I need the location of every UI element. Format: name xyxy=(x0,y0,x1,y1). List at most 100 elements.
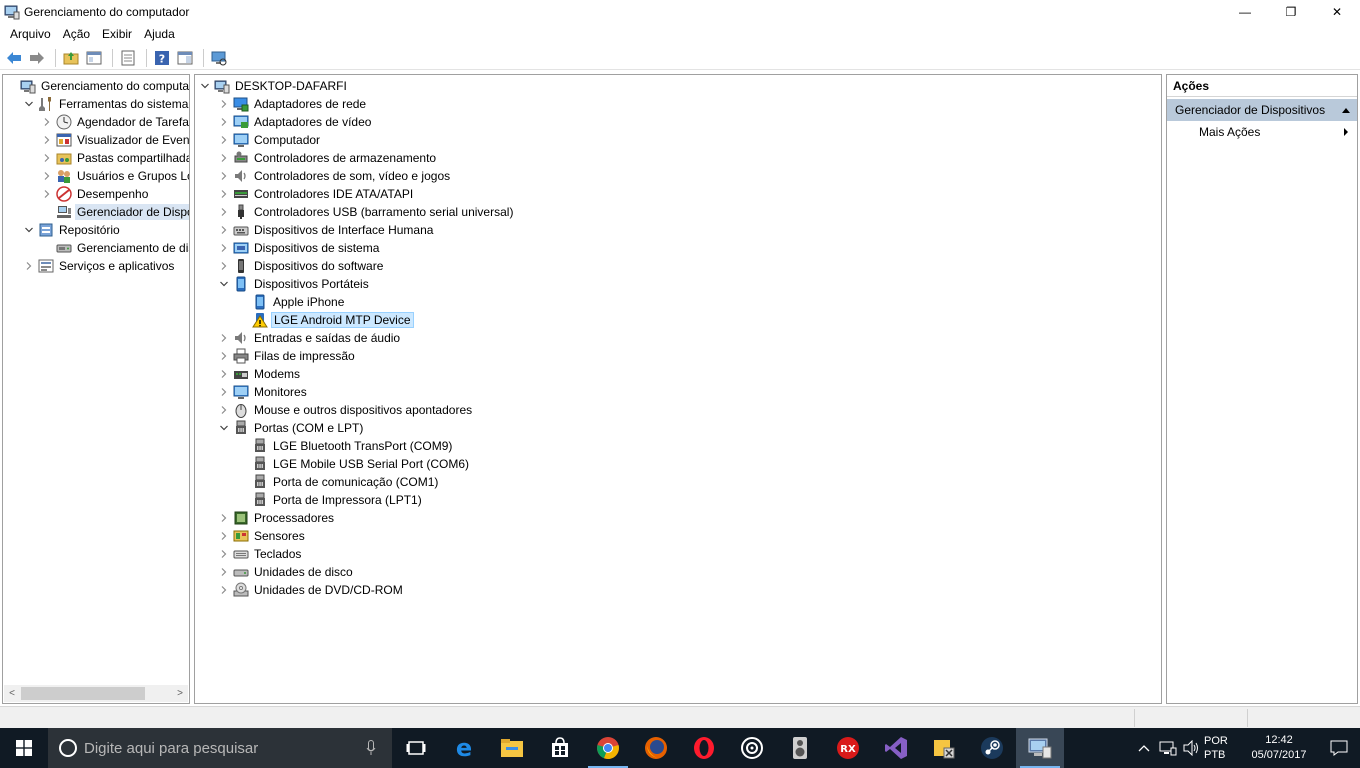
forward-button[interactable] xyxy=(27,48,47,68)
console-tree-node[interactable]: Gerenciamento do computado xyxy=(5,77,189,95)
file-explorer-icon[interactable] xyxy=(488,728,536,768)
firefox-icon[interactable] xyxy=(632,728,680,768)
device-tree-node[interactable]: Mouse e outros dispositivos apontadores xyxy=(218,401,474,419)
collapsed-chevron-icon[interactable] xyxy=(218,566,230,578)
device-tree-node[interactable]: Adaptadores de vídeo xyxy=(218,113,373,131)
device-tree-node[interactable]: LGE Bluetooth TransPort (COM9) xyxy=(237,437,454,455)
device-tree-node[interactable]: Dispositivos de sistema xyxy=(218,239,381,257)
collapsed-chevron-icon[interactable] xyxy=(218,170,230,182)
device-tree-node[interactable]: Computador xyxy=(218,131,322,149)
console-tree-pane[interactable]: Gerenciamento do computado Ferramentas do… xyxy=(2,74,190,704)
computer-management-taskbar-icon[interactable] xyxy=(1016,728,1064,768)
horizontal-scrollbar[interactable]: < > xyxy=(4,685,188,702)
scroll-thumb[interactable] xyxy=(21,687,145,700)
start-button[interactable] xyxy=(0,728,48,768)
speaker-app-icon[interactable] xyxy=(776,728,824,768)
scan-hardware-button[interactable] xyxy=(209,48,229,68)
device-tree-node[interactable]: Entradas e saídas de áudio xyxy=(218,329,402,347)
console-tree-node[interactable]: Pastas compartilhadas xyxy=(41,149,189,167)
device-tree-node[interactable]: Controladores de armazenamento xyxy=(218,149,438,167)
store-icon[interactable] xyxy=(536,728,584,768)
device-tree-node[interactable]: Dispositivos do software xyxy=(218,257,385,275)
console-tree-node[interactable]: Ferramentas do sistema xyxy=(23,95,189,113)
console-tree-node[interactable]: Serviços e aplicativos xyxy=(23,257,176,275)
collapsed-chevron-icon[interactable] xyxy=(41,116,53,128)
expanded-chevron-icon[interactable] xyxy=(199,80,211,92)
menu-arquivo[interactable]: Arquivo xyxy=(4,27,57,41)
task-view-icon[interactable] xyxy=(392,728,440,768)
up-folder-button[interactable] xyxy=(61,48,81,68)
rx-icon[interactable]: RX xyxy=(824,728,872,768)
expanded-chevron-icon[interactable] xyxy=(23,224,35,236)
device-tree-node[interactable]: Dispositivos de Interface Humana xyxy=(218,221,435,239)
device-tree-pane[interactable]: DESKTOP-DAFARFI Adaptadores de rede Adapta… xyxy=(194,74,1162,704)
menu-ajuda[interactable]: Ajuda xyxy=(138,27,181,41)
edge-icon[interactable]: e xyxy=(440,728,488,768)
steam-icon[interactable] xyxy=(968,728,1016,768)
collapsed-chevron-icon[interactable] xyxy=(218,260,230,272)
expanded-chevron-icon[interactable] xyxy=(218,422,230,434)
device-tree-node[interactable]: Teclados xyxy=(218,545,303,563)
device-tree-node[interactable]: Porta de Impressora (LPT1) xyxy=(237,491,424,509)
collapsed-chevron-icon[interactable] xyxy=(218,188,230,200)
taskbar-search-box[interactable]: Digite aqui para pesquisar xyxy=(48,728,392,768)
microphone-icon[interactable] xyxy=(366,740,376,756)
opera-icon[interactable] xyxy=(680,728,728,768)
action-pane-button[interactable] xyxy=(175,48,195,68)
back-button[interactable] xyxy=(4,48,24,68)
action-center-icon[interactable] xyxy=(1318,740,1360,756)
device-tree-node[interactable]: DESKTOP-DAFARFI xyxy=(199,77,349,95)
device-tree-node[interactable]: LGE Android MTP Device xyxy=(237,311,414,329)
device-tree-node[interactable]: Filas de impressão xyxy=(218,347,357,365)
device-tree-node[interactable]: Monitores xyxy=(218,383,309,401)
device-tree-node[interactable]: Controladores IDE ATA/ATAPI xyxy=(218,185,415,203)
collapsed-chevron-icon[interactable] xyxy=(41,188,53,200)
collapsed-chevron-icon[interactable] xyxy=(218,386,230,398)
device-tree-node[interactable]: Adaptadores de rede xyxy=(218,95,368,113)
scroll-right-icon[interactable]: > xyxy=(172,685,188,702)
menu-exibir[interactable]: Exibir xyxy=(96,27,138,41)
scroll-left-icon[interactable]: < xyxy=(4,685,20,702)
console-tree-node[interactable]: Visualizador de Eventos xyxy=(41,131,189,149)
visual-studio-icon[interactable] xyxy=(872,728,920,768)
device-tree-node[interactable]: Processadores xyxy=(218,509,336,527)
console-tree-node[interactable]: Repositório xyxy=(23,221,122,239)
collapsed-chevron-icon[interactable] xyxy=(218,116,230,128)
collapsed-chevron-icon[interactable] xyxy=(218,368,230,380)
collapsed-chevron-icon[interactable] xyxy=(218,134,230,146)
device-tree-node[interactable]: Modems xyxy=(218,365,302,383)
expanded-chevron-icon[interactable] xyxy=(23,98,35,110)
volume-icon[interactable] xyxy=(1180,740,1204,756)
device-tree-node[interactable]: LGE Mobile USB Serial Port (COM6) xyxy=(237,455,471,473)
collapsed-chevron-icon[interactable] xyxy=(218,404,230,416)
menu-acao[interactable]: Ação xyxy=(57,27,96,41)
tools-app-icon[interactable] xyxy=(920,728,968,768)
collapsed-chevron-icon[interactable] xyxy=(41,170,53,182)
device-tree-node[interactable]: Sensores xyxy=(218,527,307,545)
show-hidden-icons-icon[interactable] xyxy=(1132,744,1156,752)
device-tree-node[interactable]: Portas (COM e LPT) xyxy=(218,419,365,437)
collapsed-chevron-icon[interactable] xyxy=(218,332,230,344)
console-tree-node[interactable]: Usuários e Grupos Loca xyxy=(41,167,189,185)
collapsed-chevron-icon[interactable] xyxy=(218,98,230,110)
collapsed-chevron-icon[interactable] xyxy=(218,242,230,254)
console-tree-node[interactable]: Gerenciamento de disco xyxy=(41,239,189,257)
more-actions-item[interactable]: Mais Ações xyxy=(1167,121,1357,143)
collapsed-chevron-icon[interactable] xyxy=(218,152,230,164)
collapsed-chevron-icon[interactable] xyxy=(218,530,230,542)
console-tree-node[interactable]: Agendador de Tarefas xyxy=(41,113,189,131)
expanded-chevron-icon[interactable] xyxy=(218,278,230,290)
chrome-icon[interactable] xyxy=(584,728,632,768)
console-tree-node[interactable]: Desempenho xyxy=(41,185,150,203)
minimize-button[interactable]: — xyxy=(1222,0,1268,24)
collapsed-chevron-icon[interactable] xyxy=(218,584,230,596)
network-icon[interactable] xyxy=(1156,740,1180,756)
device-tree-node[interactable]: Apple iPhone xyxy=(237,293,346,311)
close-button[interactable]: ✕ xyxy=(1314,0,1360,24)
device-tree-node[interactable]: Unidades de DVD/CD-ROM xyxy=(218,581,405,599)
console-tree-node[interactable]: Gerenciador de Disposit xyxy=(41,203,189,221)
device-tree-node[interactable]: Controladores de som, vídeo e jogos xyxy=(218,167,452,185)
collapsed-chevron-icon[interactable] xyxy=(218,512,230,524)
collapsed-chevron-icon[interactable] xyxy=(41,134,53,146)
show-hide-tree-button[interactable] xyxy=(84,48,104,68)
